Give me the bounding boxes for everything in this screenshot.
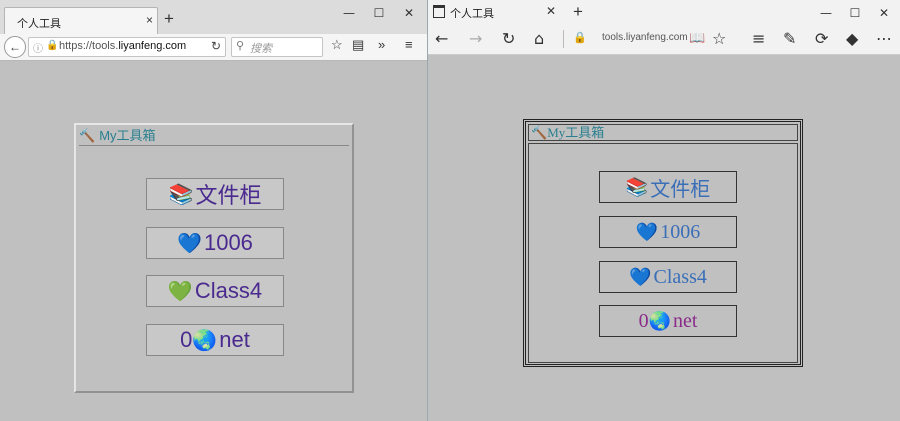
globe-icon: 🌏 xyxy=(192,329,218,352)
net-button[interactable]: 0 🌏 net xyxy=(146,324,284,356)
info-icon[interactable]: ⓘ xyxy=(33,40,43,55)
search-icon: ⚲ xyxy=(236,40,245,52)
search-bar[interactable]: ⚲ 搜索 xyxy=(231,37,323,57)
refresh-icon[interactable]: ↻ xyxy=(502,29,515,48)
url-prefix: https://tools. xyxy=(59,40,119,52)
home-icon[interactable]: ⌂ xyxy=(534,29,544,48)
hammer-icon: 🔨 xyxy=(531,125,548,140)
button-label: 1006 xyxy=(203,230,253,255)
maximize-button[interactable]: ☐ xyxy=(842,4,868,22)
firefox-tab[interactable]: 个人工具 × xyxy=(4,7,158,35)
books-icon: 📚 xyxy=(625,176,649,197)
minimize-button[interactable]: — xyxy=(336,4,362,22)
edge-tab[interactable]: 个人工具 ✕ xyxy=(428,0,558,24)
button-label: Class4 xyxy=(653,265,707,288)
url-domain: liyanfeng.com xyxy=(118,40,187,52)
hammer-icon: 🔨 xyxy=(79,128,96,143)
tab-close-icon[interactable]: × xyxy=(146,13,153,27)
tab-close-icon[interactable]: ✕ xyxy=(546,4,556,18)
heart-icon: 💙 xyxy=(635,221,659,242)
link-1006-button[interactable]: 💙 1006 xyxy=(599,216,737,248)
share-icon[interactable]: ⟳ xyxy=(815,29,828,48)
button-label: net xyxy=(672,309,698,332)
web-note-icon[interactable]: ✎ xyxy=(783,29,796,48)
tab-title: 个人工具 xyxy=(17,18,61,30)
button-label: Class4 xyxy=(194,278,263,303)
bookmark-star-icon[interactable]: ☆ xyxy=(331,37,343,53)
heart-icon: 💙 xyxy=(177,232,202,255)
back-icon[interactable]: ← xyxy=(435,29,448,48)
edge-titlebar: 个人工具 ✕ + — ☐ ✕ xyxy=(428,0,900,24)
panel-title: 🔨My工具箱 xyxy=(79,127,349,146)
firefox-window: 个人工具 × + — ☐ ✕ ← ⓘ 🔒 https://tools.liyan… xyxy=(0,0,428,421)
more-icon[interactable]: ⋯ xyxy=(876,29,892,48)
reading-view-icon[interactable]: 📖 xyxy=(689,31,705,46)
books-icon: 📚 xyxy=(168,183,194,206)
button-label: 文件柜 xyxy=(650,178,711,201)
button-label: 1006 xyxy=(660,220,701,243)
separator xyxy=(563,30,564,48)
cabinet-button[interactable]: 📚 文件柜 xyxy=(599,171,737,203)
reload-icon[interactable]: ↻ xyxy=(211,39,221,53)
edge-toolbar: ← → ↻ ⌂ 🔒 tools.liyanfeng.com 📖 ☆ ≡ ✎ ⟳ … xyxy=(428,24,900,55)
heart-icon: 💚 xyxy=(167,280,193,303)
evernote-icon[interactable]: ◆ xyxy=(846,29,858,48)
new-tab-button[interactable]: + xyxy=(573,2,583,22)
back-button[interactable]: ← xyxy=(4,36,26,58)
link-1006-button[interactable]: 💙 1006 xyxy=(146,227,284,259)
globe-icon: 🌏 xyxy=(648,310,671,331)
button-label: net xyxy=(219,327,250,352)
firefox-navbar: ← ⓘ 🔒 https://tools.liyanfeng.com ↻ ⚲ 搜索… xyxy=(0,34,427,61)
panel-title-text: My工具箱 xyxy=(547,125,605,140)
panel-title-text: My工具箱 xyxy=(99,128,156,143)
menu-icon[interactable]: ≡ xyxy=(405,37,413,52)
close-button[interactable]: ✕ xyxy=(396,4,422,22)
overflow-icon[interactable]: » xyxy=(378,37,385,52)
reader-icon[interactable]: ▤ xyxy=(352,37,364,53)
class4-button[interactable]: 💙 Class4 xyxy=(599,261,737,293)
net-button[interactable]: 0 🌏 net xyxy=(599,305,737,337)
favorite-star-icon[interactable]: ☆ xyxy=(712,29,726,48)
edge-window: 个人工具 ✕ + — ☐ ✕ ← → ↻ ⌂ 🔒 tools.liyanfeng… xyxy=(428,0,900,421)
cabinet-button[interactable]: 📚 文件柜 xyxy=(146,178,284,210)
toolbox-panel: 🔨My工具箱 📚 文件柜 💙 1006 💙 Class4 0 🌏 net xyxy=(523,119,803,367)
minimize-button[interactable]: — xyxy=(813,4,839,22)
lock-icon: 🔒 xyxy=(573,32,587,44)
tab-page-icon xyxy=(433,5,445,18)
panel-body: 📚 文件柜 💙 1006 💙 Class4 0 🌏 net xyxy=(528,143,798,363)
close-button[interactable]: ✕ xyxy=(871,4,897,22)
new-tab-button[interactable]: + xyxy=(164,10,174,27)
toolbox-panel: 🔨 My工具箱 📚 文件柜 💙 1006 💚 Class4 0 🌏 net xyxy=(74,123,354,393)
button-prefix: 0 xyxy=(638,309,649,332)
search-placeholder: 搜索 xyxy=(250,43,272,55)
url-bar[interactable]: ⓘ 🔒 https://tools.liyanfeng.com ↻ xyxy=(28,37,226,57)
maximize-button[interactable]: ☐ xyxy=(366,4,392,22)
address-bar[interactable]: tools.liyanfeng.com xyxy=(602,32,688,43)
button-label: 文件柜 xyxy=(195,183,262,208)
url-text[interactable]: https://tools.liyanfeng.com xyxy=(59,40,186,52)
class4-button[interactable]: 💚 Class4 xyxy=(146,275,284,307)
panel-title: 🔨My工具箱 xyxy=(528,124,798,141)
hub-icon[interactable]: ≡ xyxy=(752,29,765,48)
tab-title: 个人工具 xyxy=(450,8,494,20)
forward-icon[interactable]: → xyxy=(469,29,482,48)
heart-icon: 💙 xyxy=(629,266,652,287)
button-prefix: 0 xyxy=(180,327,193,352)
lock-icon: 🔒 xyxy=(46,40,59,51)
firefox-tabstrip: 个人工具 × + — ☐ ✕ xyxy=(0,0,427,35)
